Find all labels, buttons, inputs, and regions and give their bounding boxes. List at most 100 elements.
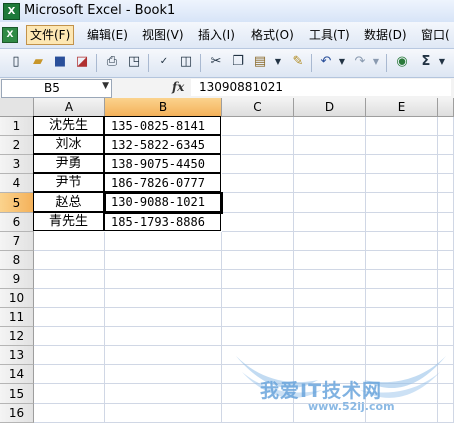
row-header-12[interactable]: 12 (0, 327, 34, 346)
cell-f15[interactable] (438, 384, 454, 404)
cell-c2[interactable] (222, 136, 294, 155)
cell-e5[interactable] (366, 193, 438, 213)
undo-icon[interactable]: ↶ (318, 54, 334, 70)
cell-a14[interactable] (34, 365, 105, 384)
chevron-down-icon[interactable]: ▼ (102, 81, 109, 91)
column-header-e[interactable]: E (366, 98, 438, 117)
workbook-icon[interactable]: X (2, 27, 18, 43)
cell-a10[interactable] (34, 289, 105, 308)
cell-e13[interactable] (366, 346, 438, 365)
cell-a16[interactable] (34, 404, 105, 423)
cell-b16[interactable] (105, 404, 222, 423)
cell-e1[interactable] (366, 117, 438, 136)
cell-a7[interactable] (34, 232, 105, 251)
cell-c13[interactable] (222, 346, 294, 365)
cell-f12[interactable] (438, 327, 454, 346)
cell-d6[interactable] (294, 213, 366, 232)
cell-f8[interactable] (438, 251, 454, 270)
row-header-5[interactable]: 5 (0, 193, 34, 213)
cell-e4[interactable] (366, 174, 438, 193)
column-header-c[interactable]: C (222, 98, 294, 117)
cell-b11[interactable] (105, 308, 222, 327)
cell-a9[interactable] (34, 270, 105, 289)
paste-icon[interactable]: ▤ (252, 54, 268, 70)
cell-e2[interactable] (366, 136, 438, 155)
row-header-2[interactable]: 2 (0, 136, 34, 155)
new-icon[interactable]: ▯ (8, 54, 24, 70)
cell-c6[interactable] (222, 213, 294, 232)
cell-d16[interactable] (294, 404, 366, 423)
print-icon[interactable]: ⎙ (104, 54, 120, 70)
cell-f6[interactable] (438, 213, 454, 232)
cell-c15[interactable] (222, 384, 294, 404)
cell-e12[interactable] (366, 327, 438, 346)
cell-c5[interactable] (222, 193, 294, 213)
cell-d12[interactable] (294, 327, 366, 346)
cell-c8[interactable] (222, 251, 294, 270)
cell-b1[interactable]: 135-0825-8141 (104, 116, 221, 135)
redo-icon[interactable]: ↷ (352, 54, 368, 70)
cell-f4[interactable] (438, 174, 454, 193)
cell-f9[interactable] (438, 270, 454, 289)
cell-e7[interactable] (366, 232, 438, 251)
menu-format[interactable]: 格式(O) (248, 26, 297, 44)
column-header-b[interactable]: B (105, 98, 222, 117)
cell-f1[interactable] (438, 117, 454, 136)
cell-c16[interactable] (222, 404, 294, 423)
menu-edit[interactable]: 编辑(E) (84, 26, 131, 44)
formula-input[interactable]: 13090881021 (191, 79, 451, 96)
cell-e15[interactable] (366, 384, 438, 404)
cell-e3[interactable] (366, 155, 438, 174)
cell-b9[interactable] (105, 270, 222, 289)
cell-b3[interactable]: 138-9075-4450 (104, 154, 221, 173)
cell-d4[interactable] (294, 174, 366, 193)
cell-a5[interactable]: 赵总 (33, 192, 104, 212)
cell-d15[interactable] (294, 384, 366, 404)
menu-view[interactable]: 视图(V) (139, 26, 187, 44)
menu-tools[interactable]: 工具(T) (306, 26, 353, 44)
cell-e8[interactable] (366, 251, 438, 270)
cell-f7[interactable] (438, 232, 454, 251)
cell-c10[interactable] (222, 289, 294, 308)
spelling-icon[interactable]: ✓ (156, 54, 172, 70)
cell-b4[interactable]: 186-7826-0777 (104, 173, 221, 192)
excel-icon[interactable]: X (3, 3, 20, 20)
cell-c7[interactable] (222, 232, 294, 251)
permission-icon[interactable]: ◪ (74, 54, 90, 70)
menu-data[interactable]: 数据(D) (361, 26, 410, 44)
cell-f16[interactable] (438, 404, 454, 423)
cell-a11[interactable] (34, 308, 105, 327)
menu-file[interactable]: 文件(F) (26, 25, 75, 45)
row-header-10[interactable]: 10 (0, 289, 34, 308)
print-preview-icon[interactable]: ◳ (126, 54, 142, 70)
cell-b12[interactable] (105, 327, 222, 346)
cell-e6[interactable] (366, 213, 438, 232)
cell-f10[interactable] (438, 289, 454, 308)
cell-d2[interactable] (294, 136, 366, 155)
cell-c3[interactable] (222, 155, 294, 174)
cell-f2[interactable] (438, 136, 454, 155)
cell-f3[interactable] (438, 155, 454, 174)
cell-b10[interactable] (105, 289, 222, 308)
copy-icon[interactable]: ❐ (230, 54, 246, 70)
cell-d5[interactable] (294, 193, 366, 213)
cell-e16[interactable] (366, 404, 438, 423)
cell-b8[interactable] (105, 251, 222, 270)
cell-f14[interactable] (438, 365, 454, 384)
redo-dropdown-icon[interactable]: ▼ (368, 54, 384, 70)
cell-a2[interactable]: 刘冰 (33, 135, 104, 154)
cell-f13[interactable] (438, 346, 454, 365)
cell-a12[interactable] (34, 327, 105, 346)
cell-b6[interactable]: 185-1793-8886 (104, 212, 221, 231)
cell-e10[interactable] (366, 289, 438, 308)
cell-e11[interactable] (366, 308, 438, 327)
cell-e14[interactable] (366, 365, 438, 384)
cell-a3[interactable]: 尹勇 (33, 154, 104, 173)
cell-b7[interactable] (105, 232, 222, 251)
cell-b14[interactable] (105, 365, 222, 384)
cell-c14[interactable] (222, 365, 294, 384)
column-header-a[interactable]: A (34, 98, 105, 117)
row-header-15[interactable]: 15 (0, 384, 34, 404)
cell-e9[interactable] (366, 270, 438, 289)
column-header-d[interactable]: D (294, 98, 366, 117)
